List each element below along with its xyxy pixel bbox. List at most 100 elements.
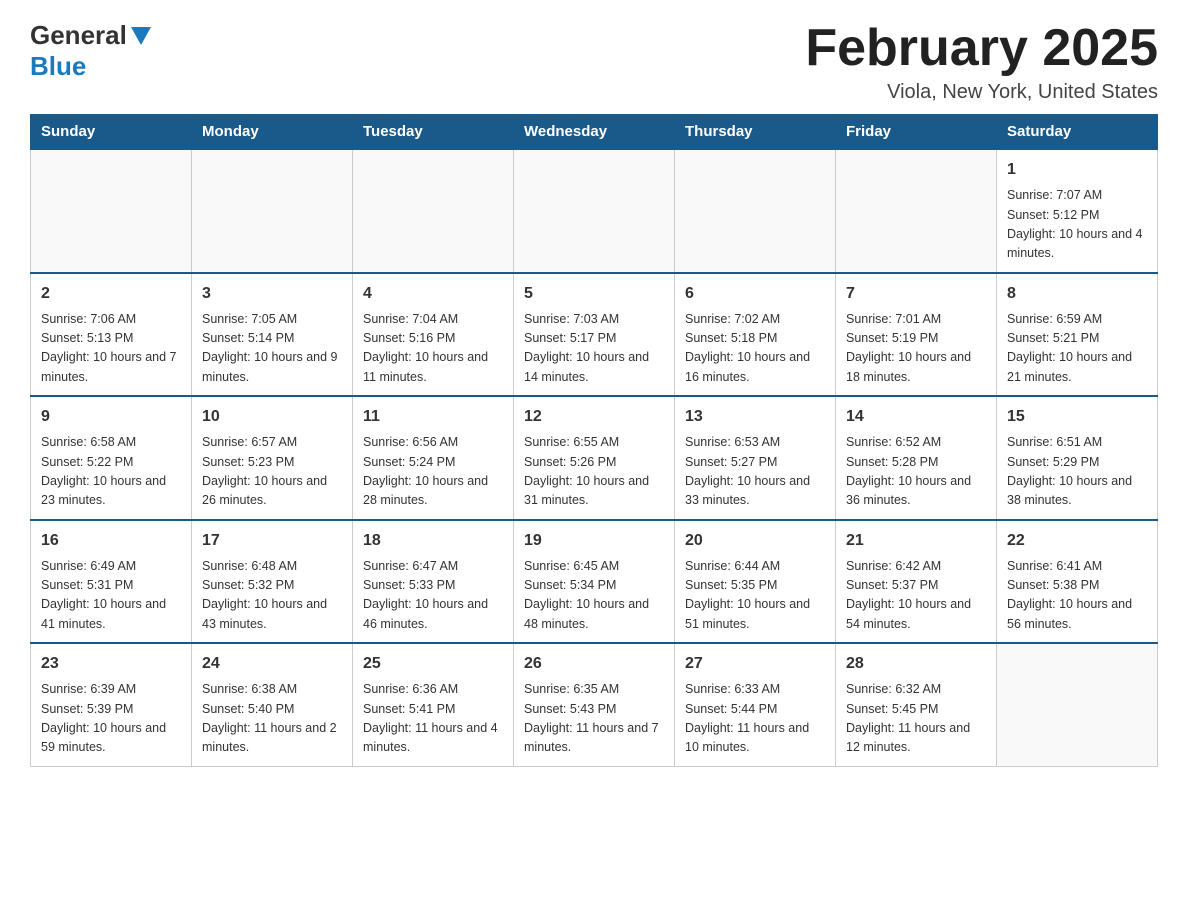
- day-info: Sunrise: 7:05 AMSunset: 5:14 PMDaylight:…: [202, 310, 342, 388]
- header-day-friday: Friday: [836, 115, 997, 150]
- day-number: 10: [202, 405, 342, 429]
- day-number: 14: [846, 405, 986, 429]
- day-info: Sunrise: 6:32 AMSunset: 5:45 PMDaylight:…: [846, 680, 986, 758]
- calendar-cell: 27 Sunrise: 6:33 AMSunset: 5:44 PMDayligh…: [675, 643, 836, 766]
- calendar-cell: 6 Sunrise: 7:02 AMSunset: 5:18 PMDaylight…: [675, 273, 836, 397]
- month-title: February 2025: [805, 20, 1158, 77]
- header-day-monday: Monday: [192, 115, 353, 150]
- day-number: 5: [524, 282, 664, 306]
- logo-triangle-icon: [131, 27, 151, 45]
- day-info: Sunrise: 7:03 AMSunset: 5:17 PMDaylight:…: [524, 310, 664, 388]
- day-info: Sunrise: 6:47 AMSunset: 5:33 PMDaylight:…: [363, 557, 503, 635]
- calendar-week-5: 23 Sunrise: 6:39 AMSunset: 5:39 PMDayligh…: [31, 643, 1158, 766]
- header-day-wednesday: Wednesday: [514, 115, 675, 150]
- day-info: Sunrise: 6:44 AMSunset: 5:35 PMDaylight:…: [685, 557, 825, 635]
- day-number: 4: [363, 282, 503, 306]
- header-day-thursday: Thursday: [675, 115, 836, 150]
- day-number: 26: [524, 652, 664, 676]
- calendar-cell: 19 Sunrise: 6:45 AMSunset: 5:34 PMDayligh…: [514, 520, 675, 644]
- calendar-cell: [353, 149, 514, 273]
- day-info: Sunrise: 7:06 AMSunset: 5:13 PMDaylight:…: [41, 310, 181, 388]
- day-number: 22: [1007, 529, 1147, 553]
- day-number: 27: [685, 652, 825, 676]
- calendar-week-4: 16Sunrise: 6:49 AMSunset: 5:31 PMDayligh…: [31, 520, 1158, 644]
- header-day-tuesday: Tuesday: [353, 115, 514, 150]
- calendar-cell: 23 Sunrise: 6:39 AMSunset: 5:39 PMDayligh…: [31, 643, 192, 766]
- day-info: Sunrise: 6:41 AMSunset: 5:38 PMDaylight:…: [1007, 557, 1147, 635]
- day-info: Sunrise: 7:04 AMSunset: 5:16 PMDaylight:…: [363, 310, 503, 388]
- day-number: 20: [685, 529, 825, 553]
- calendar-week-1: 1 Sunrise: 7:07 AMSunset: 5:12 PMDaylight…: [31, 149, 1158, 273]
- calendar-cell: 15 Sunrise: 6:51 AMSunset: 5:29 PMDayligh…: [997, 396, 1158, 520]
- calendar-cell: 18 Sunrise: 6:47 AMSunset: 5:33 PMDayligh…: [353, 520, 514, 644]
- day-number: 18: [363, 529, 503, 553]
- calendar-cell: [675, 149, 836, 273]
- calendar-cell: 17 Sunrise: 6:48 AMSunset: 5:32 PMDayligh…: [192, 520, 353, 644]
- logo-general-text: General: [30, 20, 127, 51]
- calendar-cell: [514, 149, 675, 273]
- calendar-cell: [997, 643, 1158, 766]
- calendar-cell: 3 Sunrise: 7:05 AMSunset: 5:14 PMDaylight…: [192, 273, 353, 397]
- calendar-cell: [836, 149, 997, 273]
- day-number: 28: [846, 652, 986, 676]
- day-info: Sunrise: 6:51 AMSunset: 5:29 PMDaylight:…: [1007, 433, 1147, 511]
- calendar-cell: 22 Sunrise: 6:41 AMSunset: 5:38 PMDayligh…: [997, 520, 1158, 644]
- day-number: 17: [202, 529, 342, 553]
- title-section: February 2025 Viola, New York, United St…: [805, 20, 1158, 104]
- header-day-saturday: Saturday: [997, 115, 1158, 150]
- day-number: 23: [41, 652, 181, 676]
- day-info: Sunrise: 6:42 AMSunset: 5:37 PMDaylight:…: [846, 557, 986, 635]
- location-subtitle: Viola, New York, United States: [805, 81, 1158, 104]
- day-number: 11: [363, 405, 503, 429]
- day-info: Sunrise: 6:53 AMSunset: 5:27 PMDaylight:…: [685, 433, 825, 511]
- day-info: Sunrise: 6:45 AMSunset: 5:34 PMDaylight:…: [524, 557, 664, 635]
- calendar-cell: 28 Sunrise: 6:32 AMSunset: 5:45 PMDayligh…: [836, 643, 997, 766]
- day-info: Sunrise: 6:39 AMSunset: 5:39 PMDaylight:…: [41, 680, 181, 758]
- calendar-header: SundayMondayTuesdayWednesdayThursdayFrid…: [31, 115, 1158, 150]
- day-number: 19: [524, 529, 664, 553]
- day-number: 7: [846, 282, 986, 306]
- day-number: 6: [685, 282, 825, 306]
- calendar-cell: 13 Sunrise: 6:53 AMSunset: 5:27 PMDayligh…: [675, 396, 836, 520]
- calendar-cell: 7 Sunrise: 7:01 AMSunset: 5:19 PMDaylight…: [836, 273, 997, 397]
- day-info: Sunrise: 6:48 AMSunset: 5:32 PMDaylight:…: [202, 557, 342, 635]
- calendar-cell: 21Sunrise: 6:42 AMSunset: 5:37 PMDayligh…: [836, 520, 997, 644]
- day-info: Sunrise: 6:55 AMSunset: 5:26 PMDaylight:…: [524, 433, 664, 511]
- calendar-cell: 12Sunrise: 6:55 AMSunset: 5:26 PMDayligh…: [514, 396, 675, 520]
- calendar-body: 1 Sunrise: 7:07 AMSunset: 5:12 PMDaylight…: [31, 149, 1158, 766]
- day-info: Sunrise: 6:52 AMSunset: 5:28 PMDaylight:…: [846, 433, 986, 511]
- day-number: 1: [1007, 158, 1147, 182]
- day-info: Sunrise: 7:01 AMSunset: 5:19 PMDaylight:…: [846, 310, 986, 388]
- calendar-cell: 16Sunrise: 6:49 AMSunset: 5:31 PMDayligh…: [31, 520, 192, 644]
- calendar-cell: 24Sunrise: 6:38 AMSunset: 5:40 PMDayligh…: [192, 643, 353, 766]
- calendar-cell: [192, 149, 353, 273]
- day-number: 15: [1007, 405, 1147, 429]
- calendar-cell: [31, 149, 192, 273]
- day-info: Sunrise: 6:33 AMSunset: 5:44 PMDaylight:…: [685, 680, 825, 758]
- calendar-cell: 8Sunrise: 6:59 AMSunset: 5:21 PMDaylight…: [997, 273, 1158, 397]
- calendar-cell: 1 Sunrise: 7:07 AMSunset: 5:12 PMDaylight…: [997, 149, 1158, 273]
- page-header: General Blue February 2025 Viola, New Yo…: [30, 20, 1158, 104]
- calendar-cell: 25Sunrise: 6:36 AMSunset: 5:41 PMDayligh…: [353, 643, 514, 766]
- calendar-cell: 9Sunrise: 6:58 AMSunset: 5:22 PMDaylight…: [31, 396, 192, 520]
- calendar-table: SundayMondayTuesdayWednesdayThursdayFrid…: [30, 114, 1158, 767]
- day-info: Sunrise: 6:58 AMSunset: 5:22 PMDaylight:…: [41, 433, 181, 511]
- day-info: Sunrise: 6:56 AMSunset: 5:24 PMDaylight:…: [363, 433, 503, 511]
- day-number: 24: [202, 652, 342, 676]
- calendar-week-3: 9Sunrise: 6:58 AMSunset: 5:22 PMDaylight…: [31, 396, 1158, 520]
- day-info: Sunrise: 7:07 AMSunset: 5:12 PMDaylight:…: [1007, 186, 1147, 264]
- day-info: Sunrise: 7:02 AMSunset: 5:18 PMDaylight:…: [685, 310, 825, 388]
- day-number: 3: [202, 282, 342, 306]
- day-number: 8: [1007, 282, 1147, 306]
- calendar-week-2: 2 Sunrise: 7:06 AMSunset: 5:13 PMDaylight…: [31, 273, 1158, 397]
- day-number: 2: [41, 282, 181, 306]
- calendar-cell: 26 Sunrise: 6:35 AMSunset: 5:43 PMDayligh…: [514, 643, 675, 766]
- day-info: Sunrise: 6:36 AMSunset: 5:41 PMDaylight:…: [363, 680, 503, 758]
- logo: General Blue: [30, 20, 153, 82]
- calendar-cell: 2 Sunrise: 7:06 AMSunset: 5:13 PMDaylight…: [31, 273, 192, 397]
- logo-blue-text: Blue: [30, 51, 86, 82]
- day-number: 13: [685, 405, 825, 429]
- day-info: Sunrise: 6:35 AMSunset: 5:43 PMDaylight:…: [524, 680, 664, 758]
- header-row: SundayMondayTuesdayWednesdayThursdayFrid…: [31, 115, 1158, 150]
- day-info: Sunrise: 6:57 AMSunset: 5:23 PMDaylight:…: [202, 433, 342, 511]
